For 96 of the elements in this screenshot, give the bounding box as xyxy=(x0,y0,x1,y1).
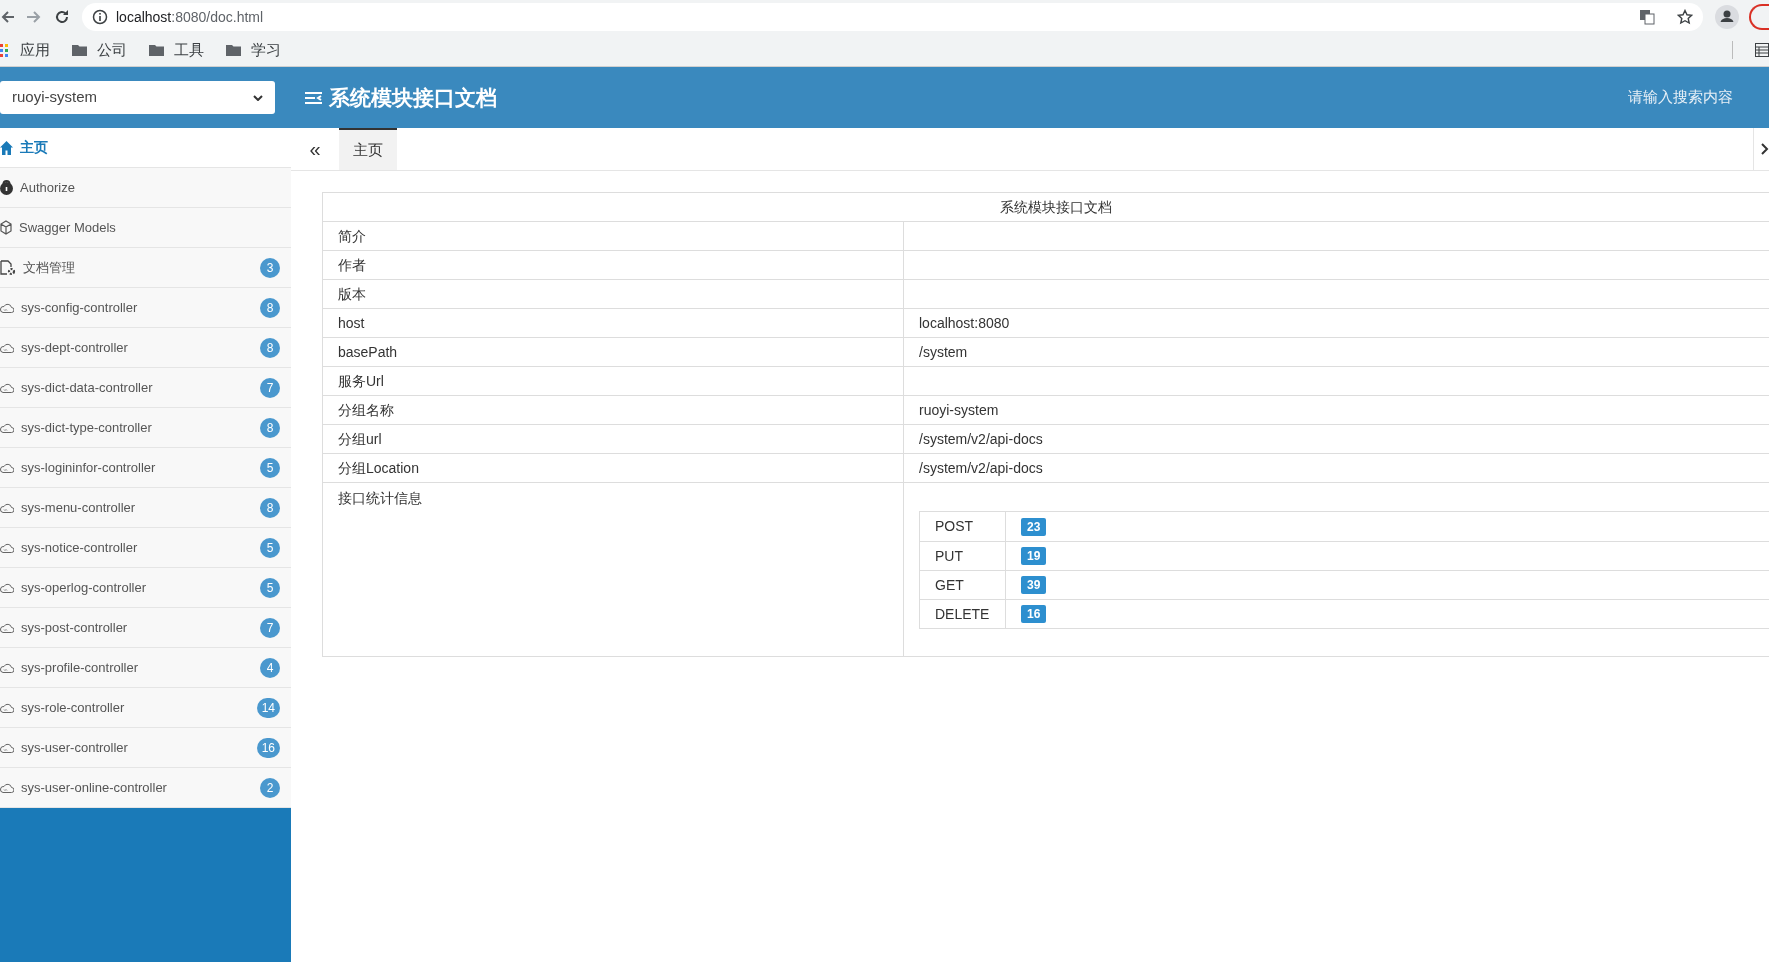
sidebar-item[interactable]: sys-operlog-controller 5 xyxy=(0,568,291,608)
sidebar-item[interactable]: sys-dept-controller 8 xyxy=(0,328,291,368)
count-badge: 7 xyxy=(260,617,280,638)
home-icon xyxy=(0,140,13,155)
table-cell-text: /system/v2/api-docs xyxy=(919,458,1043,478)
sidebar-item[interactable]: sys-dict-data-controller 7 xyxy=(0,368,291,408)
cloud-icon xyxy=(0,422,14,433)
bookmark[interactable]: 应用 xyxy=(0,38,50,62)
cube-icon xyxy=(0,220,12,235)
scroll-right-icon[interactable] xyxy=(1761,143,1769,155)
cloud-icon xyxy=(0,782,14,793)
profile-icon[interactable] xyxy=(1715,5,1739,29)
sidebar-item[interactable]: sys-menu-controller 8 xyxy=(0,488,291,528)
menu-icon[interactable] xyxy=(305,90,322,105)
count-badge: 5 xyxy=(260,537,280,558)
table-cell-text: 作者 xyxy=(338,255,366,275)
url-text: localhost:8080/doc.html xyxy=(116,7,264,27)
method-label: GET xyxy=(935,575,964,595)
count-badge: 16 xyxy=(1021,605,1047,623)
cloud-icon xyxy=(0,542,14,553)
folder-icon xyxy=(226,44,241,56)
method-label: PUT xyxy=(935,546,963,566)
sidebar-item[interactable]: sys-role-controller 14 xyxy=(0,688,291,728)
count-badge: 8 xyxy=(260,497,280,518)
count-badge: 14 xyxy=(256,697,280,718)
method-label: POST xyxy=(935,517,974,536)
sidebar-item[interactable]: 主页 xyxy=(0,128,291,168)
count-badge: 5 xyxy=(260,577,280,598)
folder-icon xyxy=(149,44,164,56)
reload-icon[interactable] xyxy=(54,9,70,25)
table-cell: 接口统计信息 xyxy=(338,490,422,506)
search-field[interactable]: 请输入搜索内容 xyxy=(1583,86,1733,109)
count-badge: 39 xyxy=(1021,576,1047,594)
sidebar-item[interactable]: sys-user-online-controller 2 xyxy=(0,768,291,808)
cloud-icon xyxy=(0,662,14,673)
apps-icon xyxy=(0,43,10,57)
cloud-icon xyxy=(0,702,14,713)
sidebar-item[interactable]: sys-post-controller 7 xyxy=(0,608,291,648)
count-badge: 16 xyxy=(256,737,280,758)
group-select[interactable]: ruoyi-system xyxy=(0,81,275,114)
count-badge: 23 xyxy=(1021,517,1047,536)
table-title: 系统模块接口文档 xyxy=(1000,197,1112,217)
sidebar-item[interactable]: 文档管理 3 xyxy=(0,248,291,288)
cloud-icon xyxy=(0,462,14,473)
count-badge: 19 xyxy=(1021,547,1047,565)
bookmark[interactable]: 学习 xyxy=(226,38,281,62)
sidebar-item[interactable]: Swagger Models xyxy=(0,208,291,248)
cloud-icon xyxy=(0,582,14,593)
folder-icon xyxy=(72,44,87,56)
count-badge: 2 xyxy=(260,777,280,798)
count-badge: 3 xyxy=(260,257,280,278)
chevron-down-icon[interactable] xyxy=(253,94,263,101)
method-label: DELETE xyxy=(935,604,990,624)
back-icon[interactable] xyxy=(0,9,14,25)
reading-list-icon[interactable] xyxy=(1755,43,1769,57)
bookmark[interactable]: 公司 xyxy=(72,38,127,62)
table-cell-text: 简介 xyxy=(338,226,366,246)
cloud-icon xyxy=(0,502,14,513)
count-badge: 5 xyxy=(260,457,280,478)
count-badge: 4 xyxy=(260,657,280,678)
star-icon[interactable] xyxy=(1677,9,1693,25)
count-badge: 8 xyxy=(260,417,280,438)
cloud-icon xyxy=(0,342,14,353)
sidebar-item[interactable]: sys-config-controller 8 xyxy=(0,288,291,328)
sidebar-item[interactable]: sys-notice-controller 5 xyxy=(0,528,291,568)
sidebar-item[interactable]: Authorize xyxy=(0,168,291,208)
bookmark[interactable]: 工具 xyxy=(149,38,204,62)
scroll-left-button[interactable]: « xyxy=(291,128,339,170)
count-badge: 8 xyxy=(260,337,280,358)
table-cell-text: /system/v2/api-docs xyxy=(919,429,1043,449)
page-title: 系统模块接口文档 xyxy=(329,84,497,111)
address-bar[interactable]: localhost:8080/doc.html xyxy=(82,3,1703,31)
cloud-icon xyxy=(0,302,14,313)
sidebar-item[interactable]: sys-user-controller 16 xyxy=(0,728,291,768)
count-badge: 8 xyxy=(260,297,280,318)
table-cell-text: 分组名称 xyxy=(338,400,394,420)
table-cell-text: 服务Url xyxy=(338,371,384,391)
table-cell-text: /system xyxy=(919,342,968,362)
sidebar-item[interactable]: sys-dict-type-controller 8 xyxy=(0,408,291,448)
info-icon[interactable] xyxy=(92,9,108,25)
document-gear-icon xyxy=(0,259,16,276)
tab[interactable]: 主页 xyxy=(339,128,397,170)
count-badge: 7 xyxy=(260,377,280,398)
table-cell-text: basePath xyxy=(338,342,398,362)
table-cell-text: 版本 xyxy=(338,284,366,304)
table-cell-text: 分组Location xyxy=(338,458,419,478)
table-cell-text: 分组url xyxy=(338,429,382,449)
cloud-icon xyxy=(0,382,14,393)
lock-icon xyxy=(0,180,13,195)
sidebar-item[interactable]: sys-logininfor-controller 5 xyxy=(0,448,291,488)
table-cell-text: host xyxy=(338,313,365,333)
table-cell-text: ruoyi-system xyxy=(919,400,999,420)
sidebar-item[interactable]: sys-profile-controller 4 xyxy=(0,648,291,688)
cloud-icon xyxy=(0,622,14,633)
table-cell-text: localhost:8080 xyxy=(919,313,1010,333)
cloud-icon xyxy=(0,742,14,753)
